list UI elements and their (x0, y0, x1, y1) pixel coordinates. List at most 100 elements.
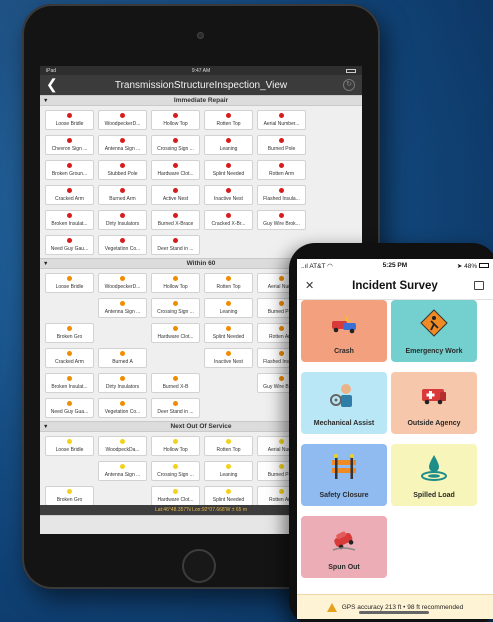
priority-dot-icon (67, 439, 72, 444)
issue-button[interactable]: Hardware Clot... (151, 323, 200, 343)
issue-button[interactable]: Rotten Top (204, 110, 253, 130)
priority-dot-icon (279, 326, 284, 331)
issue-button[interactable]: Splint Needed (204, 486, 253, 506)
priority-dot-icon (226, 326, 231, 331)
issue-button[interactable]: Loose Bridle (45, 273, 94, 293)
collapse-icon[interactable]: ▼ (43, 424, 48, 430)
issue-button[interactable]: Antenna Sign ... (98, 461, 147, 481)
priority-dot-icon (173, 401, 178, 406)
issue-button[interactable]: Hollow Top (151, 273, 200, 293)
issue-button[interactable]: Hardware Clot... (151, 486, 200, 506)
issue-button[interactable]: Antenna Sign ... (98, 135, 147, 155)
back-icon[interactable]: ❮ (46, 76, 58, 93)
issue-button[interactable]: Crossing Sign ... (151, 135, 200, 155)
issue-label: Rotten Arm (268, 171, 294, 177)
issue-label: Loose Bridle (55, 447, 84, 453)
priority-dot-icon (120, 464, 125, 469)
issue-label: Hardware Clot... (157, 171, 194, 177)
issue-button[interactable]: WoodpeckerD... (98, 273, 147, 293)
issue-button[interactable]: Hollow Top (151, 436, 200, 456)
issue-button[interactable]: Broken Insulat... (45, 373, 94, 393)
collapse-icon[interactable]: ▼ (43, 261, 48, 267)
priority-dot-icon (279, 213, 284, 218)
incident-tile[interactable]: Emergency Work (391, 300, 477, 362)
priority-dot-icon (173, 376, 178, 381)
issue-button[interactable]: Active Nest (151, 185, 200, 205)
expand-icon[interactable] (474, 281, 484, 290)
issue-label: Broken Gro (56, 334, 83, 340)
priority-dot-icon (226, 351, 231, 356)
issue-button[interactable]: Guy Wire Brok... (257, 210, 306, 230)
gps-warning-text: GPS accuracy 213 ft • 98 ft recommended (341, 603, 464, 611)
issue-button[interactable]: Hardware Clot... (151, 160, 200, 180)
issue-button[interactable]: Broken Gro (45, 486, 94, 506)
issue-button[interactable]: Flashed Insula... (257, 185, 306, 205)
incident-tile[interactable]: Spilled Load (391, 444, 477, 506)
issue-button[interactable]: Cracked Arm (45, 185, 94, 205)
issue-button[interactable]: Broken Groun... (45, 160, 94, 180)
priority-dot-icon (120, 113, 125, 118)
collapse-icon[interactable]: ▼ (43, 98, 48, 104)
incident-tile[interactable]: Crash (301, 300, 387, 362)
incident-tile[interactable]: Spun Out (301, 516, 387, 578)
issue-button[interactable]: Leaning (204, 298, 253, 318)
incident-tile[interactable]: Mechanical Assist (301, 372, 387, 434)
issue-button[interactable]: Deer Stand in ... (151, 235, 200, 255)
issue-button[interactable]: Hollow Top (151, 110, 200, 130)
issue-button[interactable]: Inactive Nest (204, 185, 253, 205)
issue-button[interactable]: Burned Pole (257, 135, 306, 155)
issue-button[interactable]: Stubbed Pole (98, 160, 147, 180)
issue-label: Cracked X-Br... (211, 221, 246, 227)
issue-button[interactable]: Deer Stand in ... (151, 398, 200, 418)
issue-label: Hollow Top (163, 447, 188, 453)
close-icon[interactable]: ✕ (305, 279, 314, 292)
issue-button[interactable]: Dirty Insulators (98, 210, 147, 230)
issue-button[interactable]: Dirty Insulators (98, 373, 147, 393)
priority-dot-icon (279, 439, 284, 444)
iphone-screen: ..ıl AT&T ◠ 5:25 PM ➤ 48% ✕ Incident Sur… (297, 259, 493, 619)
priority-dot-icon (173, 238, 178, 243)
incident-tile[interactable]: Safety Closure (301, 444, 387, 506)
issue-button[interactable]: Need Guy Gua... (45, 398, 94, 418)
issue-button[interactable]: Loose Bridle (45, 110, 94, 130)
issue-label: Crossing Sign ... (157, 309, 194, 315)
issue-button[interactable]: Vegetation Co... (98, 398, 147, 418)
issue-button[interactable]: Cracked X-Br... (204, 210, 253, 230)
issue-button[interactable]: Antenna Sign ... (98, 298, 147, 318)
issue-label: Burned Pole (267, 146, 296, 152)
priority-dot-icon (279, 376, 284, 381)
issue-button[interactable]: Cracked Arm (45, 348, 94, 368)
issue-button[interactable]: Burned A (98, 348, 147, 368)
issue-button[interactable]: Loose Bridle (45, 436, 94, 456)
issue-button[interactable]: WoodpeckerD... (98, 110, 147, 130)
issue-label: Hollow Top (163, 121, 188, 127)
priority-dot-icon (67, 401, 72, 406)
priority-dot-icon (226, 138, 231, 143)
issue-button[interactable]: Burned Arm (98, 185, 147, 205)
priority-dot-icon (173, 138, 178, 143)
issue-button[interactable]: Aerial Number... (257, 110, 306, 130)
incident-tile[interactable]: Outside Agency (391, 372, 477, 434)
issue-button[interactable]: Inactive Nest (204, 348, 253, 368)
issue-button[interactable]: Need Guy Gau... (45, 235, 94, 255)
issue-button[interactable]: Splint Needed (204, 160, 253, 180)
issue-button[interactable]: Rotten Top (204, 436, 253, 456)
issue-button[interactable]: Broken Insulat... (45, 210, 94, 230)
issue-button[interactable]: Rotten Arm (257, 160, 306, 180)
issue-button[interactable]: Vegetation Co... (98, 235, 147, 255)
issue-button[interactable]: Chevron Sign ... (45, 135, 94, 155)
issue-button[interactable]: Burned X-B (151, 373, 200, 393)
issue-button[interactable]: Rotten Top (204, 273, 253, 293)
issue-button[interactable]: Leaning (204, 135, 253, 155)
issue-button[interactable]: Crossing Sign ... (151, 461, 200, 481)
issue-button[interactable]: Burned X-Brace (151, 210, 200, 230)
issue-button[interactable]: Splint Needed (204, 323, 253, 343)
issue-button[interactable]: Leaning (204, 461, 253, 481)
issue-button[interactable]: Broken Gro (45, 323, 94, 343)
issue-button[interactable]: Crossing Sign ... (151, 298, 200, 318)
home-button[interactable] (182, 549, 216, 583)
section-header[interactable]: ▼ Immediate Repair (40, 95, 362, 106)
refresh-icon[interactable]: ↻ (343, 79, 355, 91)
issue-button[interactable]: WoodpeckDa... (98, 436, 147, 456)
section-title: Immediate Repair (173, 97, 229, 104)
